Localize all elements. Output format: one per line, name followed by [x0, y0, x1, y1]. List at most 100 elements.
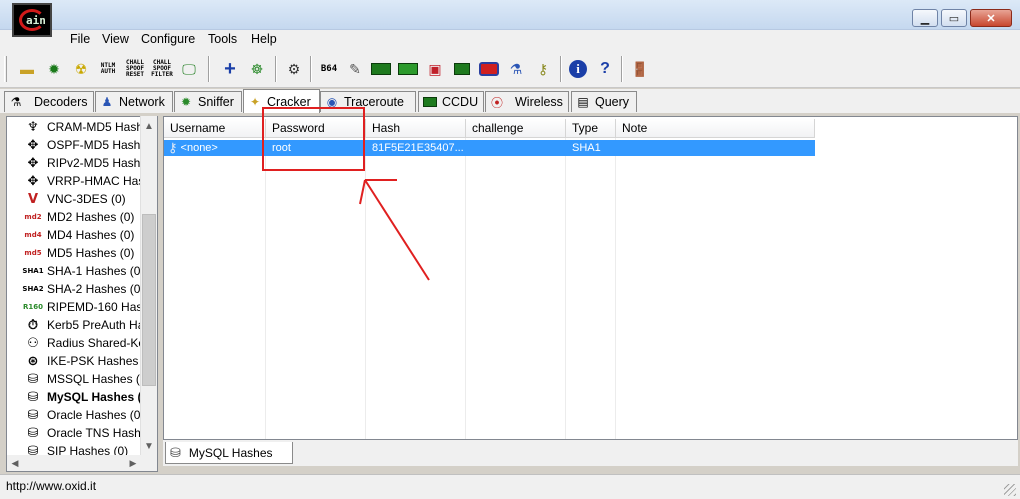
tab-strip: ⚗ Decoders ♟ Network ✹ Sniffer ✦ Cracker…	[0, 89, 1020, 113]
mssql-icon: ⛁	[27, 371, 39, 387]
tab-sniffer[interactable]: ✹ Sniffer	[174, 91, 242, 112]
oracle-icon: ⛁	[27, 407, 39, 423]
tree-item[interactable]: ⚇ Radius Shared-Ke	[7, 334, 145, 352]
tree-item[interactable]: ⛁ MSSQL Hashes (0)	[7, 370, 151, 388]
green-device-icon[interactable]	[370, 58, 392, 80]
toolbar: ▬ ✹ ☢ NTLM AUTH CHALL SPOOF RESET CHALL SPOO…	[0, 50, 1020, 88]
menu-view[interactable]: View	[102, 32, 129, 46]
column-divider	[465, 138, 466, 439]
exit-icon[interactable]: 🚪	[629, 58, 651, 80]
column-type[interactable]: Type	[566, 119, 616, 138]
menu-configure[interactable]: Configure	[141, 32, 195, 46]
query-icon: ▤	[577, 95, 589, 109]
ntlm-auth-icon[interactable]: NTLM AUTH	[97, 58, 119, 80]
app-icon-text: ain	[26, 14, 46, 27]
wireless-icon[interactable]: ⚗	[505, 58, 527, 80]
tree-item[interactable]: ✥ RIPv2-MD5 Hashe	[7, 154, 147, 172]
rip-icon: ✥	[27, 155, 39, 171]
tree-item[interactable]: ⛁ MySQL Hashes (1	[7, 388, 149, 406]
bottom-tab-bar: ⛁ MySQL Hashes	[163, 440, 1018, 466]
rdp-icon[interactable]: ▣	[424, 58, 446, 80]
tree-item[interactable]: md2 MD2 Hashes (0)	[7, 208, 134, 226]
green-vpn-icon[interactable]	[397, 58, 419, 80]
ripemd-icon: R160	[23, 302, 44, 311]
tree-item[interactable]: V VNC-3DES (0)	[7, 190, 126, 208]
menu-file[interactable]: File	[70, 32, 90, 46]
column-challenge[interactable]: challenge	[466, 119, 566, 138]
close-button[interactable]: ✕	[970, 9, 1012, 27]
tab-label: Query	[595, 95, 630, 109]
tab-mysql-hashes[interactable]: ⛁ MySQL Hashes	[165, 442, 293, 464]
tree-item[interactable]: ⛁ Oracle Hashes (0)	[7, 406, 145, 424]
menu-help[interactable]: Help	[251, 32, 277, 46]
tree-item[interactable]: ⏱ Kerb5 PreAuth Ha	[7, 316, 144, 334]
resize-grip-icon[interactable]	[1004, 484, 1016, 496]
annotation-arrow-icon	[359, 179, 430, 281]
md2-icon: md2	[24, 212, 42, 221]
tree-item[interactable]: ⊛ IKE-PSK Hashes (0	[7, 352, 153, 370]
chall-spoof-reset-icon[interactable]: CHALL SPOOF RESET	[124, 58, 146, 80]
chall-spoof-filter-icon[interactable]: CHALL SPOOF FILTER	[151, 58, 173, 80]
maximize-button[interactable]: ▭	[941, 9, 967, 27]
title-bar: ain ▁ ▭ ✕	[0, 0, 1020, 37]
tree-item[interactable]: ♆ CRAM-MD5 Hashe	[7, 118, 150, 136]
menu-tools[interactable]: Tools	[208, 32, 237, 46]
tab-query[interactable]: ▤ Query	[571, 91, 637, 112]
oracle-tns-icon: ⛁	[27, 425, 39, 441]
scroll-up-arrow-icon[interactable]: ▲	[141, 118, 157, 134]
monitor-icon[interactable]: 🖵	[178, 58, 200, 80]
toolbar-separator	[310, 56, 312, 82]
open-folder-icon[interactable]: ▬	[16, 58, 38, 80]
column-note[interactable]: Note	[616, 119, 815, 138]
tree-item[interactable]: ✥ OSPF-MD5 Hashe	[7, 136, 147, 154]
tree-item-label: Radius Shared-Ke	[47, 336, 146, 350]
tree-item-label: RIPv2-MD5 Hashe	[47, 156, 148, 170]
add-icon[interactable]: +	[219, 58, 241, 80]
tree-item[interactable]: md4 MD4 Hashes (0)	[7, 226, 134, 244]
scroll-right-arrow-icon[interactable]: ▶	[125, 455, 141, 471]
window-controls: ▁ ▭ ✕	[912, 9, 1012, 27]
column-username[interactable]: Username	[164, 119, 266, 138]
mysql-icon: ⛁	[27, 389, 39, 405]
tab-wireless[interactable]: ⦿ Wireless	[485, 91, 569, 112]
gear-radiation-icon[interactable]: ✹	[43, 58, 65, 80]
scroll-down-arrow-icon[interactable]: ▼	[141, 438, 157, 454]
toolbar-grip[interactable]	[4, 56, 7, 82]
cell-username: ⚷ <none>	[166, 140, 266, 156]
tab-label: Sniffer	[198, 95, 234, 109]
scroll-left-arrow-icon[interactable]: ◀	[7, 455, 23, 471]
tab-decoders[interactable]: ⚗ Decoders	[4, 91, 94, 112]
tree-item[interactable]: ⛁ Oracle TNS Hashe	[7, 424, 148, 442]
tree-item[interactable]: R160 RIPEMD-160 Hash	[7, 298, 149, 316]
tree-item-label: VNC-3DES (0)	[47, 192, 126, 206]
scrollbar-thumb[interactable]	[142, 214, 156, 386]
tree-item-label: CRAM-MD5 Hashe	[47, 120, 150, 134]
tree-vertical-scrollbar[interactable]: ▲ ▼	[140, 116, 157, 456]
radius-icon: ⚇	[27, 335, 39, 351]
tree-item[interactable]: ✥ VRRP-HMAC Has	[7, 172, 145, 190]
help-icon[interactable]: ?	[594, 58, 616, 80]
tree-item[interactable]: md5 MD5 Hashes (0)	[7, 244, 134, 262]
column-hash[interactable]: Hash	[366, 119, 466, 138]
tree-item-label: RIPEMD-160 Hash	[47, 300, 150, 314]
decoder-icon[interactable]: ⚙	[283, 58, 305, 80]
scan-icon[interactable]: ☸	[246, 58, 268, 80]
tree-item[interactable]: SHA2 SHA-2 Hashes (0)	[7, 280, 144, 298]
tab-network[interactable]: ♟ Network	[95, 91, 173, 112]
minimize-button[interactable]: ▁	[912, 9, 938, 27]
info-icon[interactable]: i	[567, 58, 589, 80]
base64-icon[interactable]: B64	[318, 58, 340, 80]
key-icon[interactable]: ⚷	[532, 58, 554, 80]
tree-horizontal-scrollbar[interactable]: ◀ ▶	[7, 455, 157, 471]
cain-app-icon[interactable]: ain	[12, 3, 52, 37]
tree-item[interactable]: SHA1 SHA-1 Hashes (0)	[7, 262, 144, 280]
green-card-icon[interactable]	[451, 58, 473, 80]
category-tree[interactable]: ♆ CRAM-MD5 Hashe ✥ OSPF-MD5 Hashe ✥ RIPv2-MD5…	[6, 116, 158, 472]
nuclear-icon[interactable]: ☢	[70, 58, 92, 80]
tree-item-label: IKE-PSK Hashes (0	[47, 354, 153, 368]
cram-icon: ♆	[27, 119, 39, 135]
ike-icon: ⊛	[27, 353, 39, 369]
tab-ccdu[interactable]: CCDU	[418, 91, 484, 112]
red-button-icon[interactable]	[478, 58, 500, 80]
hash-tool-icon[interactable]: ✎	[344, 58, 366, 80]
